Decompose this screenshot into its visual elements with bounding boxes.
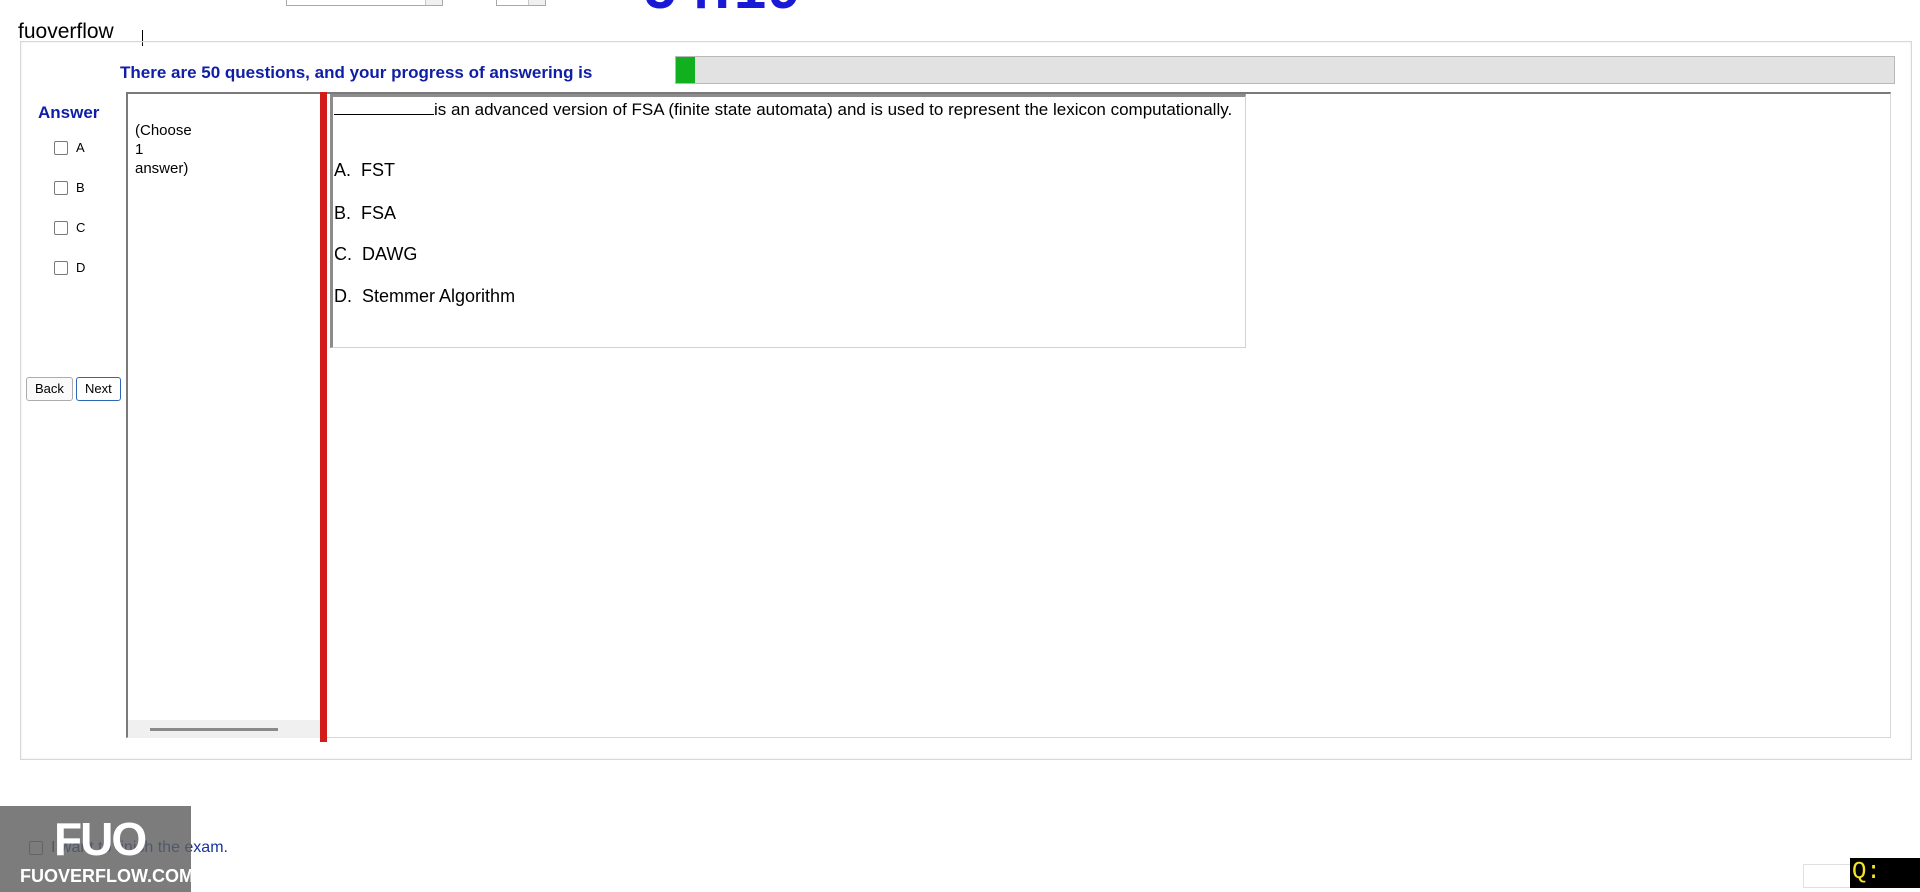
- answer-option-label: B: [76, 180, 85, 195]
- question-option-a: A. FST: [334, 160, 395, 181]
- watermark-logo: FUO FUOVERFLOW.COM: [0, 806, 194, 892]
- option-letter: C.: [334, 244, 352, 264]
- option-text: FSA: [361, 203, 397, 223]
- answer-option-label: A: [76, 140, 85, 155]
- checkbox[interactable]: [54, 220, 68, 235]
- answer-option-d[interactable]: D: [54, 260, 85, 275]
- scrollbar-thumb[interactable]: [150, 728, 278, 731]
- question-counter: Q: 47: [1850, 858, 1920, 892]
- horizontal-scrollbar[interactable]: [128, 720, 320, 738]
- font-size-field[interactable]: [496, 0, 546, 6]
- option-letter: A.: [334, 160, 352, 180]
- logo-mark: FUO: [54, 813, 147, 865]
- dropdown-arrow[interactable]: [528, 0, 545, 5]
- pane-splitter[interactable]: [320, 92, 327, 742]
- option-letter: D.: [334, 286, 352, 306]
- back-button[interactable]: Back: [26, 377, 73, 401]
- answer-option-a[interactable]: A: [54, 140, 85, 155]
- question-stem: is an advanced version of FSA (finite st…: [434, 100, 1233, 119]
- option-text: FST: [361, 160, 396, 180]
- countdown-timer: 54:19: [644, 0, 802, 18]
- answer-option-b[interactable]: B: [54, 180, 85, 195]
- logo-site: FUOVERFLOW.COM: [20, 866, 194, 886]
- question-option-b: B. FSA: [334, 203, 396, 224]
- question-option-c: C. DAWG: [334, 244, 417, 265]
- answer-option-label: D: [76, 260, 86, 275]
- instruction-line: answer): [135, 160, 189, 177]
- instruction-line: (Choose: [135, 122, 192, 139]
- answer-option-c[interactable]: C: [54, 220, 85, 235]
- next-button[interactable]: Next: [76, 377, 121, 401]
- question-box: [330, 94, 1246, 348]
- progress-label: There are 50 questions, and your progres…: [120, 63, 593, 82]
- question-option-d: D. Stemmer Algorithm: [334, 286, 515, 307]
- answer-instruction: (Choose 1 answer): [135, 121, 205, 178]
- fill-in-blank: [334, 100, 434, 115]
- progress-bar: [675, 56, 1895, 84]
- checkbox[interactable]: [54, 260, 68, 275]
- checkbox[interactable]: [54, 140, 68, 155]
- answer-option-label: C: [76, 220, 86, 235]
- option-text: Stemmer Algorithm: [362, 286, 516, 306]
- option-text: DAWG: [362, 244, 418, 264]
- question-text: is an advanced version of FSA (finite st…: [334, 100, 1234, 120]
- exam-code-field[interactable]: [286, 0, 443, 6]
- checkbox[interactable]: [54, 180, 68, 195]
- progress-fill: [676, 57, 696, 83]
- bottom-input[interactable]: [1803, 864, 1855, 888]
- answer-heading: Answer: [38, 103, 100, 122]
- instruction-line: 1: [135, 141, 144, 158]
- option-letter: B.: [334, 203, 352, 223]
- dropdown-arrow[interactable]: [425, 0, 442, 5]
